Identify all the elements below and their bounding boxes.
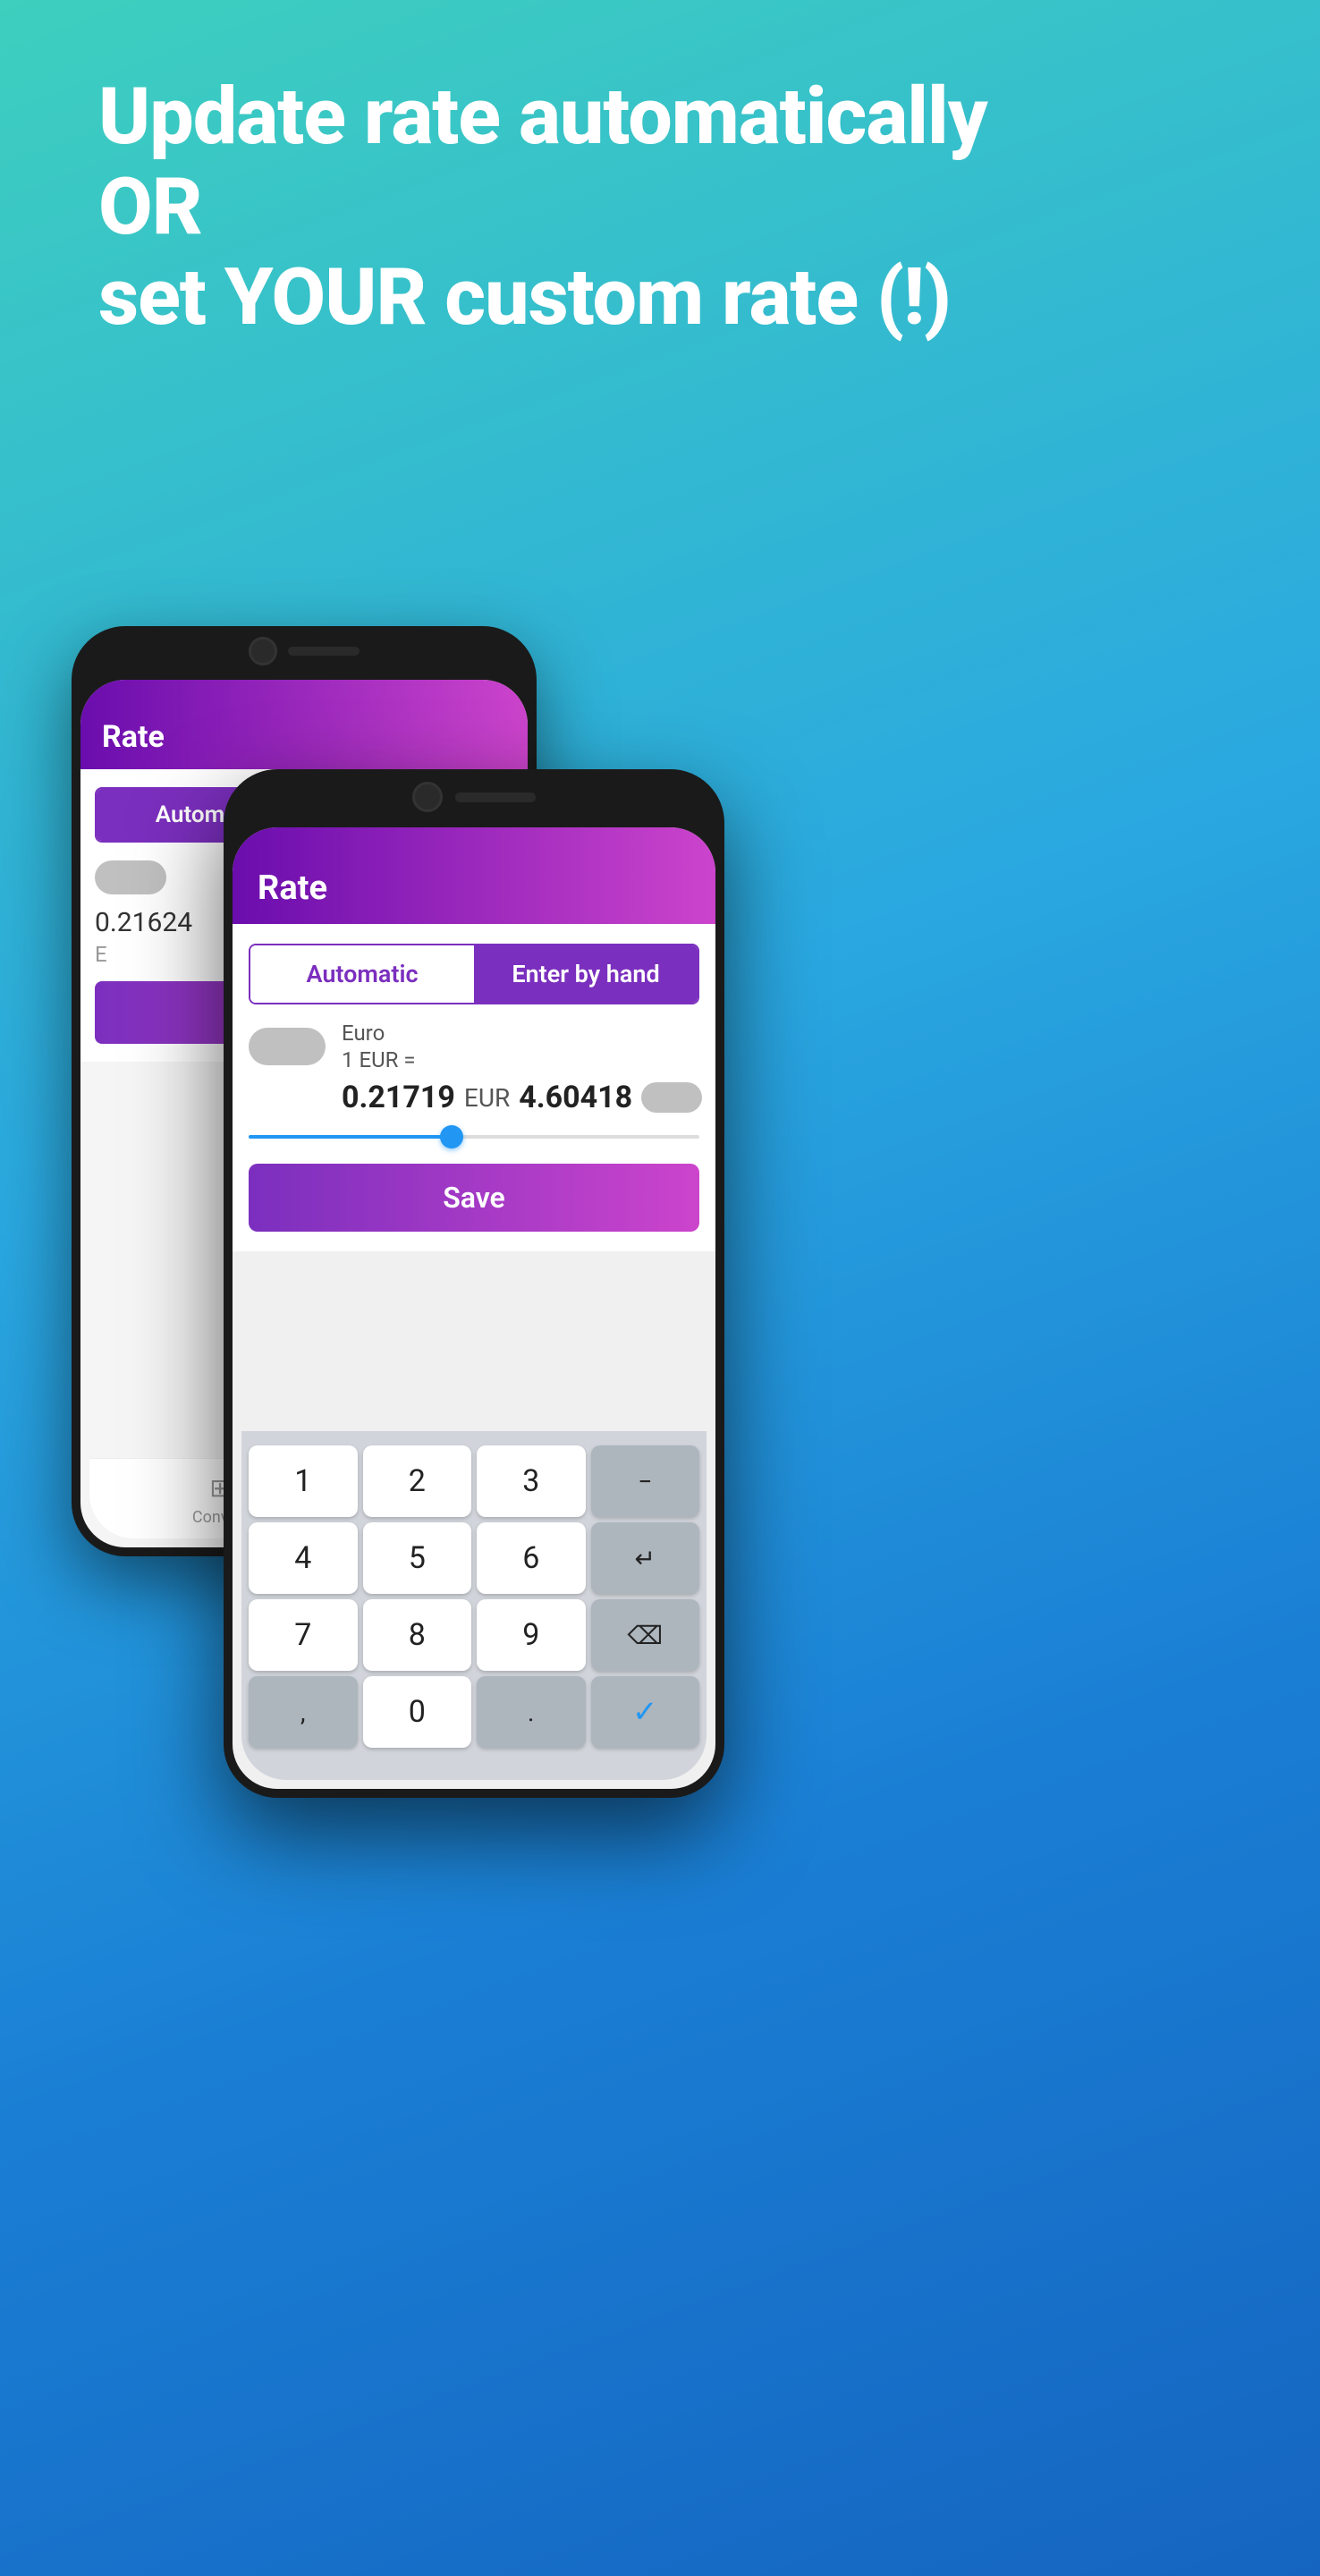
- phone-front-tab-automatic[interactable]: Automatic: [250, 945, 474, 1003]
- phone-front-save-button[interactable]: Save: [249, 1164, 699, 1232]
- phone-front-screen: Rate Automatic Enter by hand Euro 1 EUR …: [233, 827, 715, 1789]
- phone-front-euro-title: Euro: [342, 1021, 702, 1046]
- key-6[interactable]: 6: [477, 1522, 586, 1594]
- phone-front-euro-info: Euro 1 EUR = 0.21719 EUR 4.60418: [342, 1021, 702, 1115]
- key-minus[interactable]: −: [591, 1445, 700, 1517]
- phone-front-tab-enter[interactable]: Enter by hand: [474, 945, 698, 1003]
- phone-back-speaker: [288, 647, 360, 656]
- key-4[interactable]: 4: [249, 1522, 358, 1594]
- phone-front-rate-currency: EUR: [464, 1083, 510, 1113]
- key-3[interactable]: 3: [477, 1445, 586, 1517]
- headline: Update rate automatically OR set YOUR cu…: [98, 72, 1222, 343]
- key-period[interactable]: .: [477, 1676, 586, 1748]
- key-7[interactable]: 7: [249, 1599, 358, 1671]
- phone-front-header-title: Rate: [258, 869, 327, 908]
- phone-front-rate-val: 0.21719: [342, 1080, 455, 1115]
- phone-front-slider-fill: [249, 1135, 452, 1139]
- key-backspace[interactable]: ⌫: [591, 1599, 700, 1671]
- phone-back-notch: [249, 637, 360, 665]
- phone-front: Rate Automatic Enter by hand Euro 1 EUR …: [224, 769, 724, 1798]
- headline-line2: OR: [98, 161, 202, 253]
- headline-line1: Update rate automatically: [98, 71, 987, 163]
- phone-front-euro-eq: 1 EUR =: [342, 1047, 702, 1072]
- key-8[interactable]: 8: [363, 1599, 472, 1671]
- phone-front-toggle[interactable]: [249, 1028, 326, 1065]
- phone-front-tab-row: Automatic Enter by hand: [249, 944, 699, 1004]
- keyboard-row-2: 4 5 6 ↵: [249, 1522, 699, 1594]
- keyboard-row-3: 7 8 9 ⌫: [249, 1599, 699, 1671]
- phone-front-rate-section: Euro 1 EUR = 0.21719 EUR 4.60418: [249, 1021, 699, 1115]
- phone-front-slider-track: [249, 1135, 699, 1139]
- phone-front-content: Automatic Enter by hand Euro 1 EUR = 0.2…: [233, 924, 715, 1251]
- key-5[interactable]: 5: [363, 1522, 472, 1594]
- phone-back-header-title: Rate: [102, 719, 165, 755]
- phone-front-slider-thumb[interactable]: [440, 1125, 463, 1148]
- phone-front-camera: [412, 782, 443, 812]
- phone-front-slider[interactable]: [249, 1126, 699, 1148]
- key-return[interactable]: ↵: [591, 1522, 700, 1594]
- phone-back-toggle[interactable]: [95, 860, 166, 894]
- keyboard-row-1: 1 2 3 −: [249, 1445, 699, 1517]
- phone-front-rate-converted: 4.60418: [519, 1080, 632, 1115]
- phone-back-camera: [249, 637, 277, 665]
- key-2[interactable]: 2: [363, 1445, 472, 1517]
- phone-front-header: Rate: [233, 827, 715, 924]
- key-comma[interactable]: ,: [249, 1676, 358, 1748]
- key-0[interactable]: 0: [363, 1676, 472, 1748]
- keyboard: 1 2 3 − 4 5 6 ↵ 7 8 9 ⌫ , 0 . ✓: [241, 1431, 707, 1780]
- phone-front-rate-numbers: 0.21719 EUR 4.60418: [342, 1080, 702, 1115]
- key-check[interactable]: ✓: [591, 1676, 700, 1748]
- key-9[interactable]: 9: [477, 1599, 586, 1671]
- key-1[interactable]: 1: [249, 1445, 358, 1517]
- phone-front-toggle-small[interactable]: [641, 1082, 702, 1113]
- phone-front-speaker: [455, 792, 536, 802]
- keyboard-row-4: , 0 . ✓: [249, 1676, 699, 1748]
- headline-line3: set YOUR custom rate (!): [98, 251, 951, 343]
- phone-front-notch: [412, 782, 536, 812]
- phone-back-header: Rate: [80, 680, 528, 769]
